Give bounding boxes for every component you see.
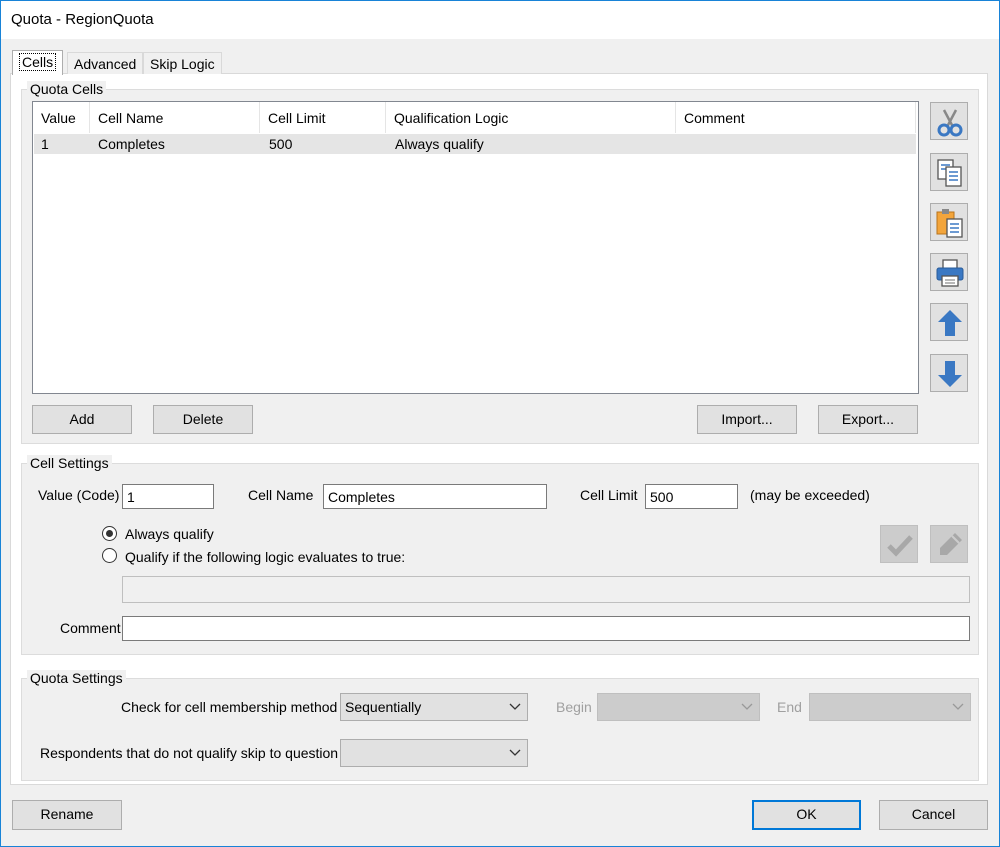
tab-advanced[interactable]: Advanced: [67, 52, 144, 74]
row-cell-limit: 500: [269, 136, 293, 152]
row-qualification-logic: Always qualify: [395, 136, 484, 152]
rename-button[interactable]: Rename: [12, 800, 122, 830]
cell-limit-input[interactable]: 500: [645, 484, 738, 509]
row-cell-name: Completes: [98, 136, 165, 152]
window-title: Quota - RegionQuota: [11, 11, 154, 28]
qualification-logic-input[interactable]: [122, 576, 970, 603]
tab-label: Advanced: [74, 56, 137, 72]
begin-select[interactable]: [597, 693, 760, 721]
column-header-cell-name[interactable]: Cell Name: [90, 102, 260, 133]
tab-cells[interactable]: Cells: [12, 50, 64, 75]
membership-method-select[interactable]: Sequentially: [340, 693, 528, 721]
print-button[interactable]: [930, 253, 968, 291]
cell-name-label: Cell Name: [248, 487, 314, 503]
comment-input[interactable]: [122, 616, 970, 641]
tab-label: Skip Logic: [150, 56, 215, 72]
copy-icon: [937, 159, 962, 187]
column-header-comment[interactable]: Comment: [676, 102, 916, 133]
move-up-icon: [938, 310, 962, 336]
skip-to-question-label: Respondents that do not qualify skip to …: [40, 745, 339, 761]
move-down-button[interactable]: [930, 354, 968, 392]
cell-limit-label: Cell Limit: [580, 487, 638, 503]
tab-label: Cells: [19, 53, 57, 71]
always-qualify-radio[interactable]: [102, 526, 117, 541]
cell-name-input[interactable]: Completes: [323, 484, 547, 509]
pencil-icon: [940, 533, 962, 555]
ok-button[interactable]: OK: [752, 800, 861, 830]
cancel-button[interactable]: Cancel: [879, 800, 988, 830]
row-value: 1: [41, 136, 49, 152]
import-button[interactable]: Import...: [697, 405, 797, 434]
copy-button[interactable]: [930, 153, 968, 191]
move-up-button[interactable]: [930, 303, 968, 341]
may-be-exceeded-note: (may be exceeded): [750, 487, 870, 503]
qualify-logic-label[interactable]: Qualify if the following logic evaluates…: [125, 549, 405, 565]
delete-button[interactable]: Delete: [153, 405, 253, 434]
comment-label: Comment: [60, 620, 121, 636]
title-bar: Quota - RegionQuota: [1, 1, 999, 39]
tab-skip-logic[interactable]: Skip Logic: [143, 52, 222, 74]
checkmark-icon: [887, 535, 913, 557]
quota-cells-list[interactable]: Value Cell Name Cell Limit Qualification…: [32, 101, 919, 394]
qualify-logic-radio[interactable]: [102, 548, 117, 563]
column-header-qualification-logic[interactable]: Qualification Logic: [386, 102, 676, 133]
end-select[interactable]: [809, 693, 971, 721]
chevron-down-icon: [952, 703, 964, 710]
edit-logic-button[interactable]: [930, 525, 968, 563]
cut-icon: [937, 109, 963, 137]
column-header-value[interactable]: Value: [33, 102, 90, 133]
table-row[interactable]: 1 Completes 500 Always qualify: [34, 134, 916, 154]
move-down-icon: [938, 361, 962, 387]
add-button[interactable]: Add: [32, 405, 132, 434]
always-qualify-label[interactable]: Always qualify: [125, 526, 214, 542]
selected-value: Sequentially: [345, 699, 422, 715]
cut-button[interactable]: [930, 102, 968, 140]
group-legend: Quota Cells: [27, 81, 107, 97]
chevron-down-icon: [741, 703, 753, 710]
chevron-down-icon: [509, 703, 521, 710]
export-button[interactable]: Export...: [818, 405, 918, 434]
paste-button[interactable]: [930, 203, 968, 241]
column-header-cell-limit[interactable]: Cell Limit: [260, 102, 386, 133]
apply-logic-button[interactable]: [880, 525, 918, 563]
end-label: End: [777, 699, 802, 715]
paste-icon: [936, 209, 963, 238]
print-icon: [936, 259, 964, 287]
group-legend: Quota Settings: [27, 670, 126, 686]
value-code-label: Value (Code): [38, 487, 120, 503]
group-legend: Cell Settings: [27, 455, 112, 471]
skip-to-question-select[interactable]: [340, 739, 528, 767]
membership-method-label: Check for cell membership method: [121, 699, 338, 715]
list-header: Value Cell Name Cell Limit Qualification…: [33, 102, 918, 133]
value-code-input[interactable]: 1: [122, 484, 214, 509]
chevron-down-icon: [509, 749, 521, 756]
begin-label: Begin: [556, 699, 592, 715]
